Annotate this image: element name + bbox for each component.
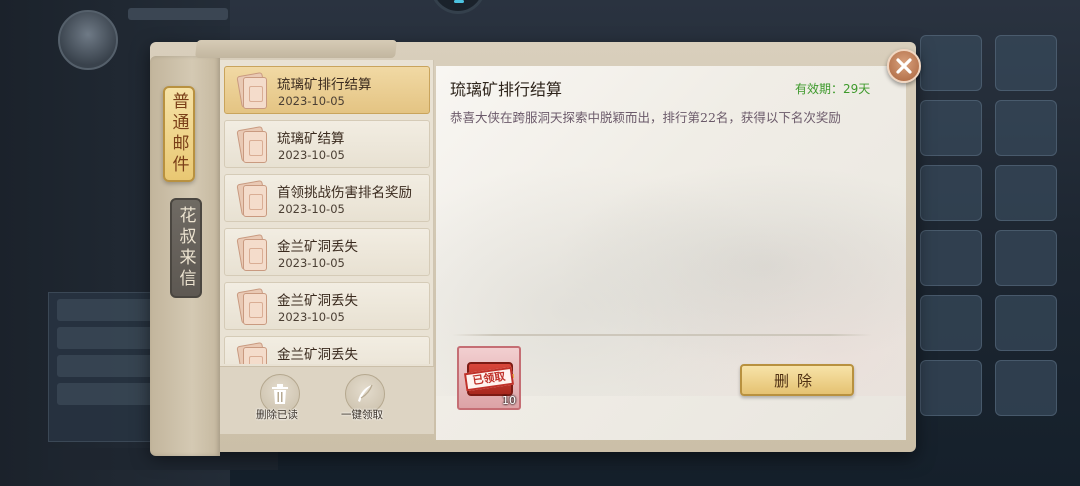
envelope-icon [235, 233, 269, 272]
envelope-icon [235, 179, 269, 218]
quill-icon [358, 384, 373, 402]
mail-item-title: 首领挑战伤害排名奖励 [277, 185, 412, 201]
close-button[interactable] [887, 49, 921, 83]
mail-item-title: 金兰矿洞丢失 [277, 293, 358, 309]
mail-list-footer [220, 366, 434, 434]
envelope-icon [235, 287, 269, 326]
mail-list[interactable]: 琉璃矿排行结算 2023-10-05 琉璃矿结算 2023-10-05 首领挑战… [224, 66, 432, 364]
mail-detail-body: 恭喜大侠在跨服洞天探索中脱颖而出，排行第22名，获得以下名次奖励 [450, 110, 841, 125]
tab-uncle-hua-letters[interactable]: 花叔来信 [170, 198, 202, 298]
mail-list-item[interactable]: 首领挑战伤害排名奖励 2023-10-05 [224, 174, 430, 222]
mail-item-title: 琉璃矿排行结算 [277, 77, 372, 93]
envelope-icon [235, 71, 269, 110]
mail-item-title: 金兰矿洞丢失 [277, 239, 358, 255]
envelope-icon [235, 341, 269, 364]
background-right-menu [905, 30, 1080, 486]
close-icon [896, 58, 912, 74]
mail-list-item[interactable]: 金兰矿洞丢失 [224, 336, 430, 364]
content-divider [452, 334, 872, 336]
scroll-top-decoration [195, 40, 397, 58]
mail-item-date: 2023-10-05 [278, 256, 345, 270]
top-center-ornament [430, 0, 486, 14]
mail-list-item[interactable]: 金兰矿洞丢失 2023-10-05 [224, 228, 430, 276]
delete-button[interactable]: 删除 [740, 364, 854, 396]
mail-item-date: 2023-10-05 [278, 94, 345, 108]
mail-detail-title: 琉璃矿排行结算 [450, 80, 563, 99]
reward-item-slot[interactable]: 已领取 10 [457, 346, 521, 410]
mail-list-item[interactable]: 琉璃矿排行结算 2023-10-05 [224, 66, 430, 114]
claim-all-label: 一键领取 [341, 409, 383, 421]
envelope-icon [235, 125, 269, 164]
mail-item-date: 2023-10-05 [278, 310, 345, 324]
mail-item-title: 琉璃矿结算 [277, 131, 345, 147]
mail-item-date: 2023-10-05 [278, 148, 345, 162]
mail-item-date: 2023-10-05 [278, 202, 345, 216]
mail-list-item[interactable]: 琉璃矿结算 2023-10-05 [224, 120, 430, 168]
trash-icon [272, 384, 288, 404]
mail-item-title: 金兰矿洞丢失 [277, 347, 358, 363]
delete-read-label: 删除已读 [256, 409, 298, 421]
tab-normal-mail[interactable]: 普通邮件 [163, 86, 195, 182]
player-name-placeholder [128, 8, 228, 20]
mail-validity: 有效期：29天 [795, 82, 871, 96]
reward-count: 10 [502, 394, 516, 407]
player-avatar [58, 10, 118, 70]
mail-list-item[interactable]: 金兰矿洞丢失 2023-10-05 [224, 282, 430, 330]
